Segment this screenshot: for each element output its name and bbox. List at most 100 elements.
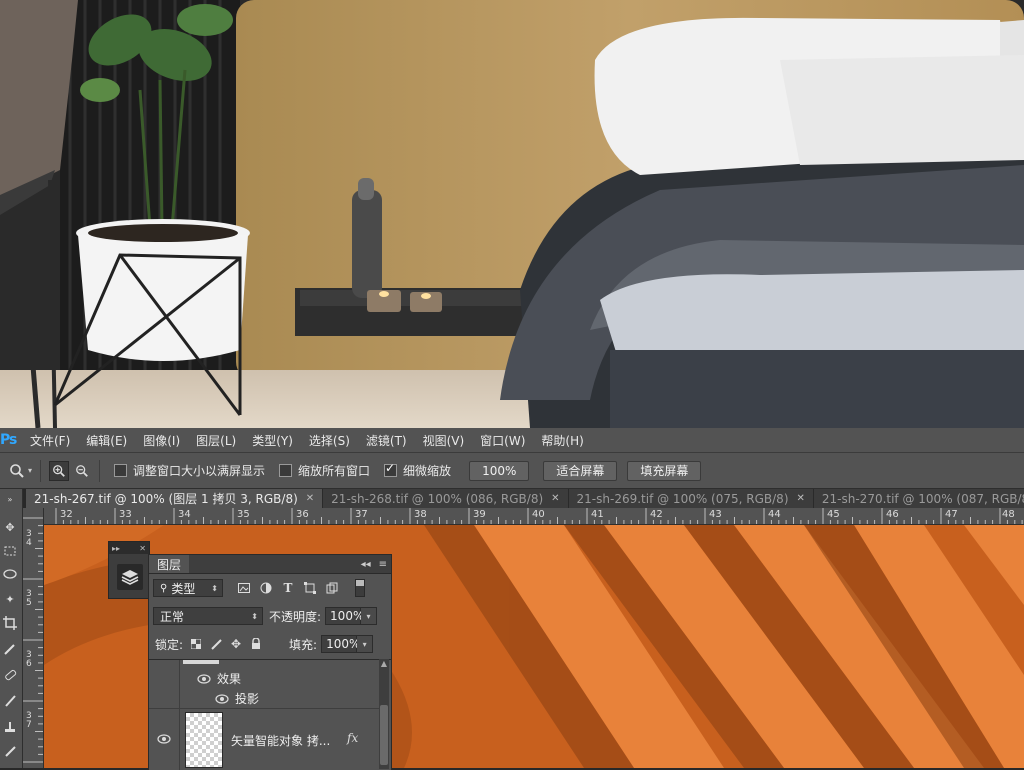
menu-file[interactable]: 文件(F) xyxy=(22,432,78,449)
doc-tab-270[interactable]: 21-sh-270.tif @ 100% (087, RGB/8) ✕ xyxy=(814,489,1024,508)
chevron-down-icon[interactable]: ▾ xyxy=(28,466,32,475)
filter-toggle-switch[interactable] xyxy=(355,579,365,597)
menu-layer[interactable]: 图层(L) xyxy=(188,432,244,449)
scroll-up-icon[interactable]: ▲ xyxy=(380,659,388,669)
opacity-dropdown-arrow[interactable]: ▾ xyxy=(361,607,378,625)
clone-stamp-icon[interactable] xyxy=(2,719,18,735)
fill-screen-button[interactable]: 填充屏幕 xyxy=(627,460,702,481)
menu-filter[interactable]: 滤镜(T) xyxy=(358,432,415,449)
eye-icon[interactable] xyxy=(157,734,171,744)
close-icon[interactable]: ✕ xyxy=(139,544,146,553)
blend-mode-dropdown[interactable]: 正常 ⬍ xyxy=(153,607,263,625)
lock-image-pixels-icon[interactable] xyxy=(209,637,223,651)
menu-window[interactable]: 窗口(W) xyxy=(472,432,533,449)
divider xyxy=(149,708,379,709)
checkbox-box[interactable] xyxy=(114,464,128,477)
lasso-tool-icon[interactable] xyxy=(2,567,18,583)
preview-photo xyxy=(0,0,1024,428)
close-icon[interactable]: ✕ xyxy=(797,493,805,504)
divider xyxy=(99,459,101,482)
lock-all-icon[interactable] xyxy=(249,637,263,651)
checkbox-box-checked[interactable] xyxy=(384,461,398,477)
toggle-knob xyxy=(356,580,364,586)
horizontal-ruler: 32 33 34 35 36 37 38 39 40 41 42 43 44 4… xyxy=(44,508,1024,525)
expand-panels-icon[interactable]: ▸▸ xyxy=(112,544,120,553)
zoom-100-button[interactable]: 100% xyxy=(469,460,530,481)
dock-header[interactable]: ▸▸ ✕ xyxy=(109,542,149,554)
ruler-tick-label: 42 xyxy=(650,509,663,520)
menu-select[interactable]: 选择(S) xyxy=(301,432,358,449)
brush-tool-icon[interactable] xyxy=(2,693,18,709)
menu-edit[interactable]: 编辑(E) xyxy=(78,432,135,449)
divider xyxy=(40,459,42,482)
layer-thumbnail[interactable] xyxy=(185,712,223,768)
menu-type[interactable]: 类型(Y) xyxy=(244,432,301,449)
doc-tab-label: 21-sh-269.tif @ 100% (075, RGB/8) xyxy=(576,491,789,506)
eye-icon[interactable] xyxy=(215,693,229,704)
filter-shape-icon[interactable] xyxy=(303,581,317,595)
drop-shadow-row[interactable]: 投影 xyxy=(215,690,259,707)
filter-kind-value: 类型 xyxy=(171,581,196,596)
fit-screen-button[interactable]: 适合屏幕 xyxy=(543,460,618,481)
fill-input[interactable]: 100% xyxy=(321,635,360,653)
magic-wand-icon[interactable]: ✦ xyxy=(2,591,18,607)
blend-mode-value: 正常 xyxy=(160,609,185,624)
photoshop-logo: Ps xyxy=(0,432,17,448)
eye-icon[interactable] xyxy=(197,673,211,684)
checkbox-box[interactable] xyxy=(279,464,293,477)
fx-badge[interactable]: fx xyxy=(347,731,358,745)
filter-adjustment-icon[interactable] xyxy=(259,581,273,595)
scrubby-zoom-checkbox[interactable]: 细微缩放 xyxy=(384,461,451,479)
doc-tab-268[interactable]: 21-sh-268.tif @ 100% (086, RGB/8) ✕ xyxy=(323,489,569,508)
zoom-tool-preset-icon[interactable] xyxy=(8,462,26,480)
layer-row-smart-object[interactable]: 矢量智能对象 拷... fx xyxy=(149,710,379,770)
doc-tab-label: 21-sh-268.tif @ 100% (086, RGB/8) xyxy=(331,491,544,506)
stepper-arrows-icon: ⬍ xyxy=(251,611,258,621)
lock-transparent-pixels-icon[interactable] xyxy=(189,637,203,651)
lock-position-icon[interactable]: ✥ xyxy=(229,637,243,651)
filter-pixel-icon[interactable] xyxy=(237,581,251,595)
close-icon[interactable]: ✕ xyxy=(306,493,314,504)
menu-image[interactable]: 图像(I) xyxy=(135,432,188,449)
close-icon[interactable]: ✕ xyxy=(551,493,559,504)
resize-windows-checkbox[interactable]: 调整窗口大小以满屏显示 xyxy=(114,462,265,479)
collapse-arrows-icon[interactable]: » xyxy=(2,491,18,507)
vertical-ruler: 34 35 36 37 xyxy=(23,508,44,768)
options-bar: ▾ 调整窗口大小以满屏显示 缩放所有窗口 细微缩放 100% 适合屏幕 填充屏幕 xyxy=(0,453,1024,489)
healing-brush-icon[interactable] xyxy=(2,667,18,683)
ruler-tick-label: 37 xyxy=(26,711,32,730)
layers-scrollbar[interactable]: ▲ xyxy=(379,659,389,769)
collapse-panel-icon[interactable]: ◂◂ xyxy=(361,559,371,570)
layer-thumb-top-edge xyxy=(183,660,219,664)
marquee-tool-icon[interactable] xyxy=(2,543,18,559)
eyedropper-icon[interactable] xyxy=(2,641,18,657)
layer-filter-row: ⚲ 类型 ⬍ T xyxy=(149,577,391,599)
filter-smart-object-icon[interactable] xyxy=(325,581,339,595)
crop-tool-icon[interactable] xyxy=(2,615,18,631)
layers-panel: 图层 ◂◂ ≡ ⚲ 类型 ⬍ T 正常 ⬍ 不透明度: 100% ▾ 锁定: ✥… xyxy=(148,554,392,770)
effects-row[interactable]: 效果 xyxy=(197,670,241,687)
layers-icon[interactable] xyxy=(117,564,143,590)
ruler-tick-label: 47 xyxy=(945,509,958,520)
move-tool-icon[interactable]: ✥ xyxy=(2,519,18,535)
zoom-all-windows-label: 缩放所有窗口 xyxy=(298,464,371,478)
zoom-in-icon[interactable] xyxy=(49,460,70,481)
ruler-tick-label: 45 xyxy=(827,509,840,520)
opacity-input[interactable]: 100% xyxy=(325,607,364,625)
panel-menu-icon[interactable]: ≡ xyxy=(379,559,387,570)
menu-help[interactable]: 帮助(H) xyxy=(533,432,591,449)
lock-fill-row: 锁定: ✥ 填充: 100% ▾ xyxy=(149,633,391,655)
scrollbar-thumb[interactable] xyxy=(380,705,388,765)
history-brush-icon[interactable] xyxy=(2,743,18,759)
doc-tab-269[interactable]: 21-sh-269.tif @ 100% (075, RGB/8) ✕ xyxy=(569,489,814,508)
ruler-tick-label: 40 xyxy=(532,509,545,520)
zoom-out-icon[interactable] xyxy=(73,462,91,480)
zoom-all-windows-checkbox[interactable]: 缩放所有窗口 xyxy=(279,462,370,479)
menu-view[interactable]: 视图(V) xyxy=(415,432,473,449)
doc-tab-267[interactable]: 21-sh-267.tif @ 100% (图层 1 拷贝 3, RGB/8) … xyxy=(26,489,324,508)
layers-tab[interactable]: 图层 xyxy=(149,555,190,573)
layer-name[interactable]: 矢量智能对象 拷... xyxy=(231,732,330,749)
filter-type-icon[interactable]: T xyxy=(281,581,295,595)
fill-dropdown-arrow[interactable]: ▾ xyxy=(357,635,374,653)
filter-kind-dropdown[interactable]: ⚲ 类型 ⬍ xyxy=(153,579,223,597)
